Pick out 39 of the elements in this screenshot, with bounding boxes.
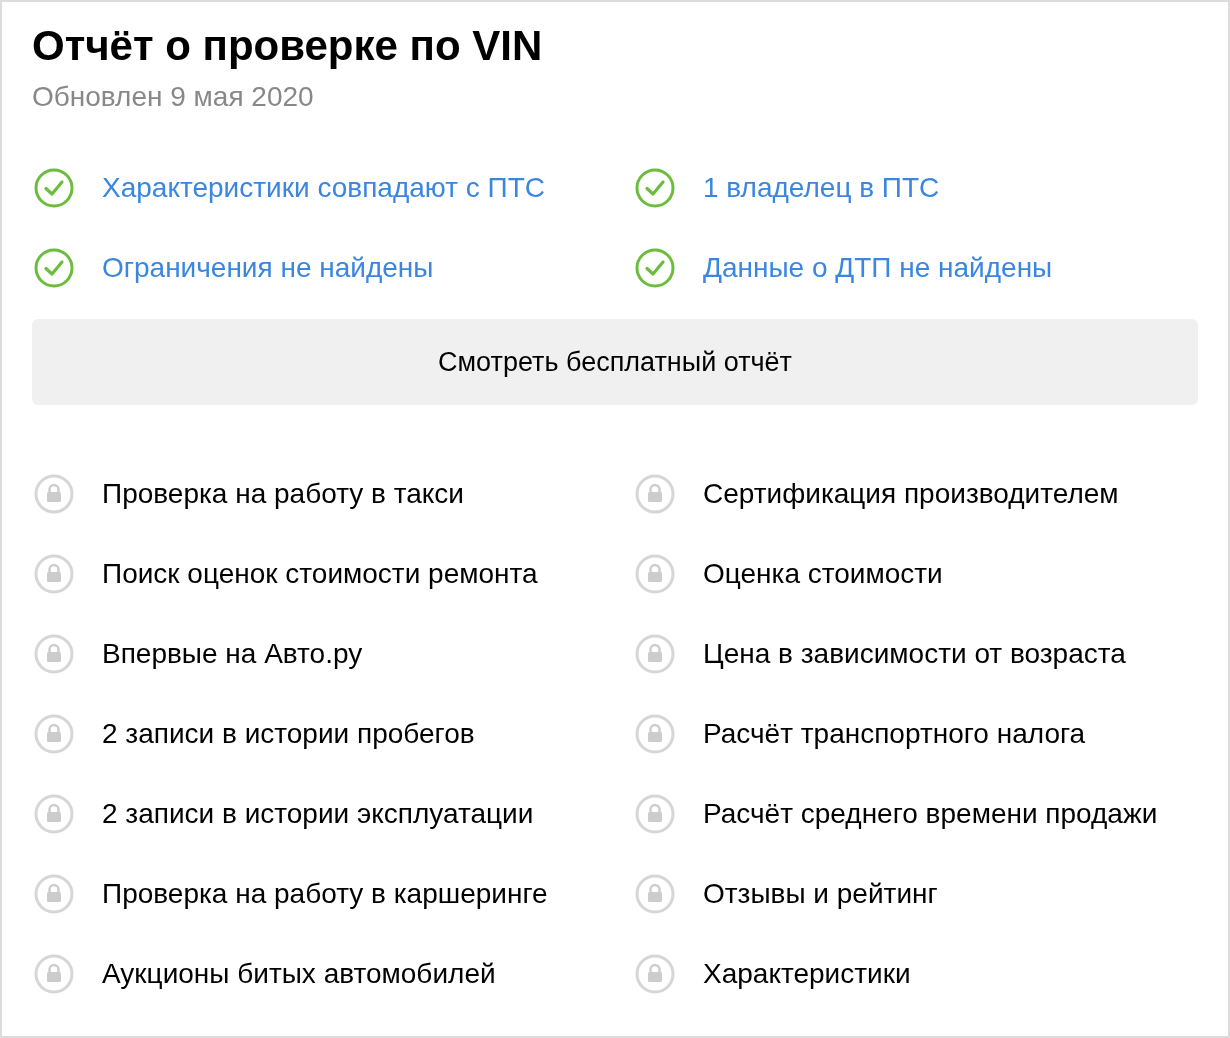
check-link[interactable]: 1 владелец в ПТС <box>703 172 940 204</box>
free-report-button[interactable]: Смотреть бесплатный отчёт <box>32 319 1198 405</box>
feature-label: Поиск оценок стоимости ремонта <box>102 558 538 590</box>
updated-date: Обновлен 9 мая 2020 <box>32 80 315 114</box>
feature-label: Проверка на работу в такси <box>102 478 464 510</box>
lock-icon <box>635 554 675 594</box>
check-circle-icon <box>635 168 675 208</box>
lock-icon <box>34 554 74 594</box>
feature-label: 2 записи в истории пробегов <box>102 718 475 750</box>
check-circle-icon <box>34 248 74 288</box>
feature-label: 2 записи в истории эксплуатации <box>102 798 534 830</box>
feature-label: Аукционы битых автомобилей <box>102 958 496 990</box>
lock-icon <box>635 794 675 834</box>
lock-icon <box>635 474 675 514</box>
lock-icon <box>635 954 675 994</box>
lock-icon <box>34 714 74 754</box>
check-link[interactable]: Ограничения не найдены <box>102 252 434 284</box>
check-link[interactable]: Данные о ДТП не найдены <box>703 252 1053 284</box>
feature-label: Оценка стоимости <box>703 558 943 590</box>
lock-icon <box>34 794 74 834</box>
lock-icon <box>34 474 74 514</box>
lock-icon <box>635 714 675 754</box>
lock-icon <box>635 874 675 914</box>
feature-label: Расчёт среднего времени продажи <box>703 798 1158 830</box>
check-link[interactable]: Характеристики совпадают с ПТС <box>102 172 545 204</box>
feature-label: Проверка на работу в каршеринге <box>102 878 548 910</box>
check-circle-icon <box>34 168 74 208</box>
lock-icon <box>635 634 675 674</box>
feature-label: Впервые на Авто.ру <box>102 638 363 670</box>
feature-label: Характеристики <box>703 958 911 990</box>
feature-label: Цена в зависимости от возраста <box>703 638 1126 670</box>
feature-label: Отзывы и рейтинг <box>703 878 938 910</box>
report-title: Отчёт о проверке по VIN <box>32 21 544 71</box>
lock-icon <box>34 634 74 674</box>
feature-label: Сертификация производителем <box>703 478 1119 510</box>
lock-icon <box>34 954 74 994</box>
check-circle-icon <box>635 248 675 288</box>
feature-label: Расчёт транспортного налога <box>703 718 1086 750</box>
lock-icon <box>34 874 74 914</box>
